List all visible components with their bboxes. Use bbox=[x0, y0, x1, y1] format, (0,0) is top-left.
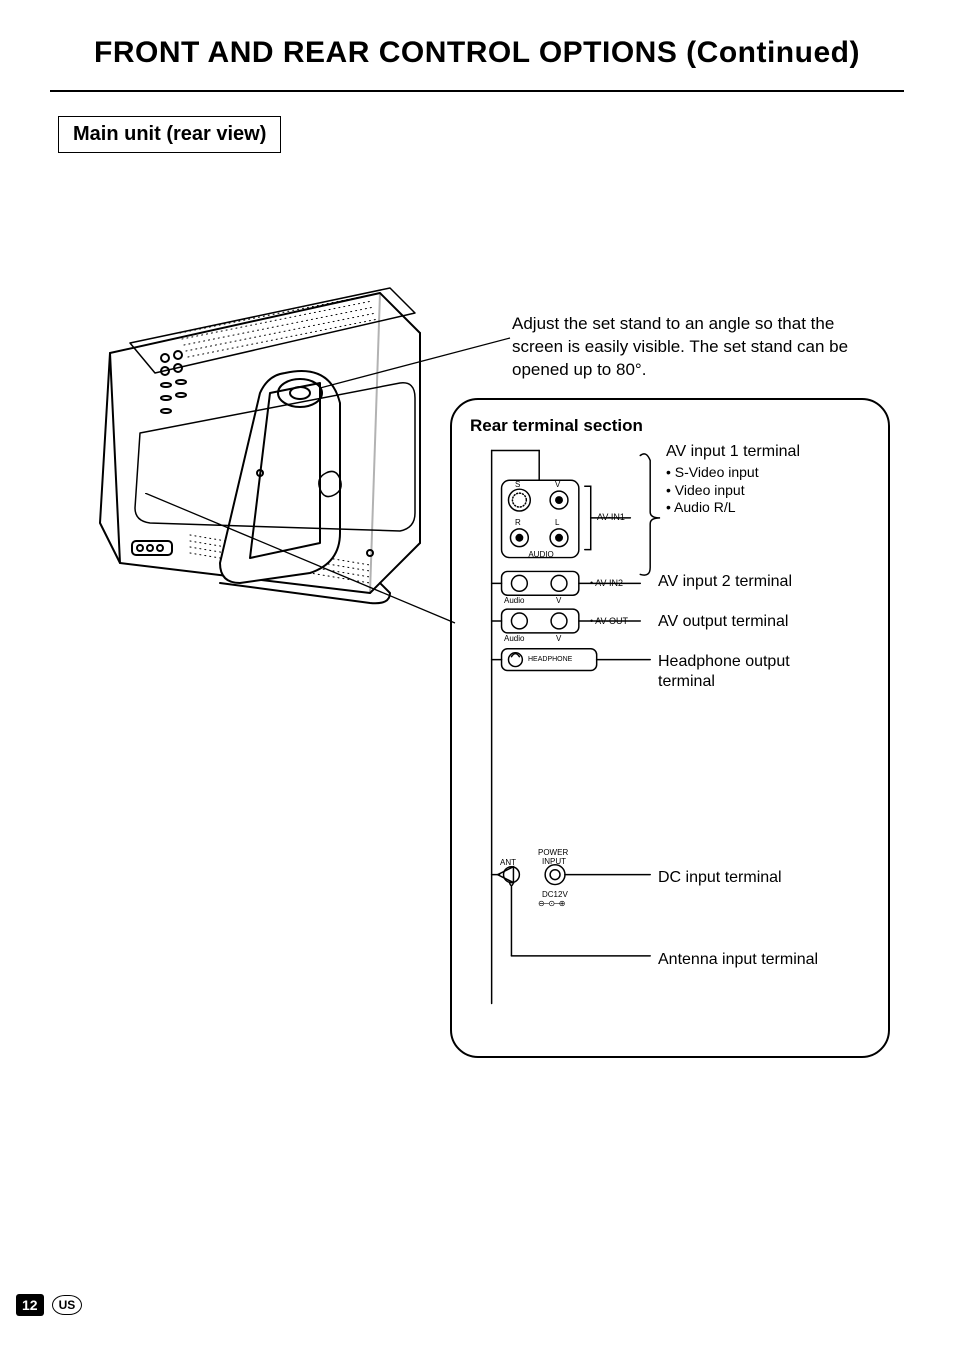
jack-label-r: R bbox=[515, 518, 521, 527]
stand-adjust-text: Adjust the set stand to an angle so that… bbox=[512, 313, 882, 382]
label-dc: DC input terminal bbox=[658, 868, 782, 888]
content-area: Adjust the set stand to an angle so that… bbox=[50, 183, 904, 1083]
device-illustration bbox=[70, 263, 450, 623]
jack-label-s: S bbox=[515, 480, 520, 489]
label-avin1-sub2: Video input bbox=[666, 482, 800, 500]
page-number: 12 bbox=[16, 1294, 44, 1316]
page-title: FRONT AND REAR CONTROL OPTIONS (Continue… bbox=[50, 36, 904, 70]
jack-label-audio2: Audio bbox=[504, 596, 524, 605]
jack-label-dc12v: DC12V bbox=[542, 890, 568, 899]
label-avin1-sub1: S-Video input bbox=[666, 464, 800, 482]
jack-label-v2: V bbox=[556, 596, 561, 605]
page-footer: 12 US bbox=[16, 1294, 82, 1316]
rear-terminal-panel: Rear terminal section bbox=[450, 398, 890, 1058]
label-avin1-text: AV input 1 terminal bbox=[666, 442, 800, 462]
jack-label-audio: AUDIO bbox=[526, 550, 556, 559]
label-ant: Antenna input terminal bbox=[658, 950, 818, 970]
title-rule bbox=[50, 90, 904, 92]
jack-label-avin1: AV-IN1 bbox=[597, 512, 625, 522]
label-avin1-sub3: Audio R/L bbox=[666, 499, 800, 517]
subheading-box: Main unit (rear view) bbox=[58, 116, 281, 153]
jack-label-power: POWER bbox=[538, 848, 568, 857]
jack-label-avin2mark: • AV-IN2 bbox=[590, 578, 623, 588]
jack-label-l: L bbox=[555, 518, 559, 527]
jack-label-avoutmark: • AV-OUT bbox=[590, 616, 628, 626]
label-avin2: AV input 2 terminal bbox=[658, 572, 792, 592]
jack-label-ant: ANT bbox=[500, 858, 516, 867]
label-avin1: AV input 1 terminal S-Video input Video … bbox=[666, 442, 800, 517]
label-headphone: Headphone output terminal bbox=[658, 652, 848, 692]
jack-label-v3: V bbox=[556, 634, 561, 643]
jack-label-input: INPUT bbox=[542, 857, 566, 866]
region-badge: US bbox=[52, 1295, 83, 1315]
dc-polarity-icon: ⊖─⊙─⊕ bbox=[538, 899, 564, 908]
jack-label-headphone: HEADPHONE bbox=[528, 656, 572, 663]
jack-label-v: V bbox=[555, 480, 560, 489]
jack-label-audio3: Audio bbox=[504, 634, 524, 643]
label-avin1-sublist: S-Video input Video input Audio R/L bbox=[666, 464, 800, 517]
label-avout: AV output terminal bbox=[658, 612, 788, 632]
